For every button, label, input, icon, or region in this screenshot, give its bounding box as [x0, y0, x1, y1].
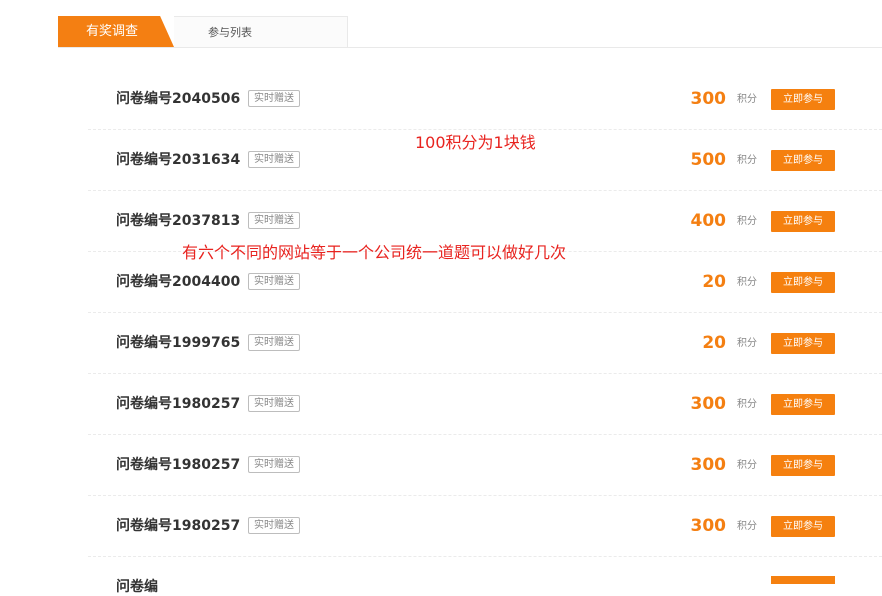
survey-row-partial: 问卷编 — [88, 556, 882, 595]
join-button[interactable]: 立即参与 — [771, 89, 835, 110]
survey-row: 问卷编号1980257 实时赠送 300 积分 立即参与 — [88, 374, 882, 435]
annotation-site-note: 有六个不同的网站等于一个公司统一道题可以做好几次 — [182, 243, 567, 262]
points-unit: 积分 — [737, 521, 757, 532]
join-button[interactable] — [771, 576, 835, 584]
realtime-badge: 实时赠送 — [248, 151, 300, 168]
survey-tabs: 有奖调查 参与列表 — [58, 16, 882, 48]
survey-row: 问卷编号2040506 实时赠送 300 积分 立即参与 — [88, 69, 882, 130]
realtime-badge: 实时赠送 — [248, 273, 300, 290]
realtime-badge: 实时赠送 — [248, 517, 300, 534]
survey-title[interactable]: 问卷编号2040506 — [116, 69, 240, 130]
survey-row: 问卷编号1980257 实时赠送 300 积分 立即参与 — [88, 435, 882, 496]
points-value: 300 — [690, 516, 727, 536]
realtime-badge: 实时赠送 — [248, 395, 300, 412]
survey-title[interactable]: 问卷编号1980257 — [116, 435, 240, 496]
join-button[interactable]: 立即参与 — [771, 333, 835, 354]
join-button[interactable]: 立即参与 — [771, 516, 835, 537]
points-unit: 积分 — [737, 277, 757, 288]
survey-row: 问卷编号1980257 实时赠送 300 积分 立即参与 — [88, 496, 882, 557]
tab-reward-survey[interactable]: 有奖调查 — [58, 16, 174, 47]
points-value: 300 — [690, 89, 727, 109]
survey-title[interactable]: 问卷编号1980257 — [116, 496, 240, 557]
points-unit: 积分 — [737, 155, 757, 166]
points-unit: 积分 — [737, 94, 757, 105]
survey-row: 问卷编号1999765 实时赠送 20 积分 立即参与 — [88, 313, 882, 374]
realtime-badge: 实时赠送 — [248, 334, 300, 351]
join-button[interactable]: 立即参与 — [771, 211, 835, 232]
join-button[interactable]: 立即参与 — [771, 455, 835, 476]
annotation-points-rate: 100积分为1块钱 — [415, 133, 536, 152]
join-button[interactable]: 立即参与 — [771, 272, 835, 293]
survey-title[interactable]: 问卷编 — [116, 576, 158, 596]
points-value: 400 — [690, 211, 727, 231]
realtime-badge: 实时赠送 — [248, 90, 300, 107]
survey-title[interactable]: 问卷编号1999765 — [116, 313, 240, 374]
points-unit: 积分 — [737, 216, 757, 227]
join-button[interactable]: 立即参与 — [771, 394, 835, 415]
points-value: 500 — [690, 150, 727, 170]
tab-participation-list[interactable]: 参与列表 — [174, 16, 348, 47]
survey-title[interactable]: 问卷编号1980257 — [116, 374, 240, 435]
points-value: 20 — [702, 333, 726, 353]
realtime-badge: 实时赠送 — [248, 456, 300, 473]
points-value: 300 — [690, 455, 727, 475]
join-button[interactable]: 立即参与 — [771, 150, 835, 171]
points-unit: 积分 — [737, 399, 757, 410]
realtime-badge: 实时赠送 — [248, 212, 300, 229]
survey-title[interactable]: 问卷编号2031634 — [116, 130, 240, 191]
points-unit: 积分 — [737, 338, 757, 349]
points-unit: 积分 — [737, 460, 757, 471]
points-value: 20 — [702, 272, 726, 292]
points-value: 300 — [690, 394, 727, 414]
